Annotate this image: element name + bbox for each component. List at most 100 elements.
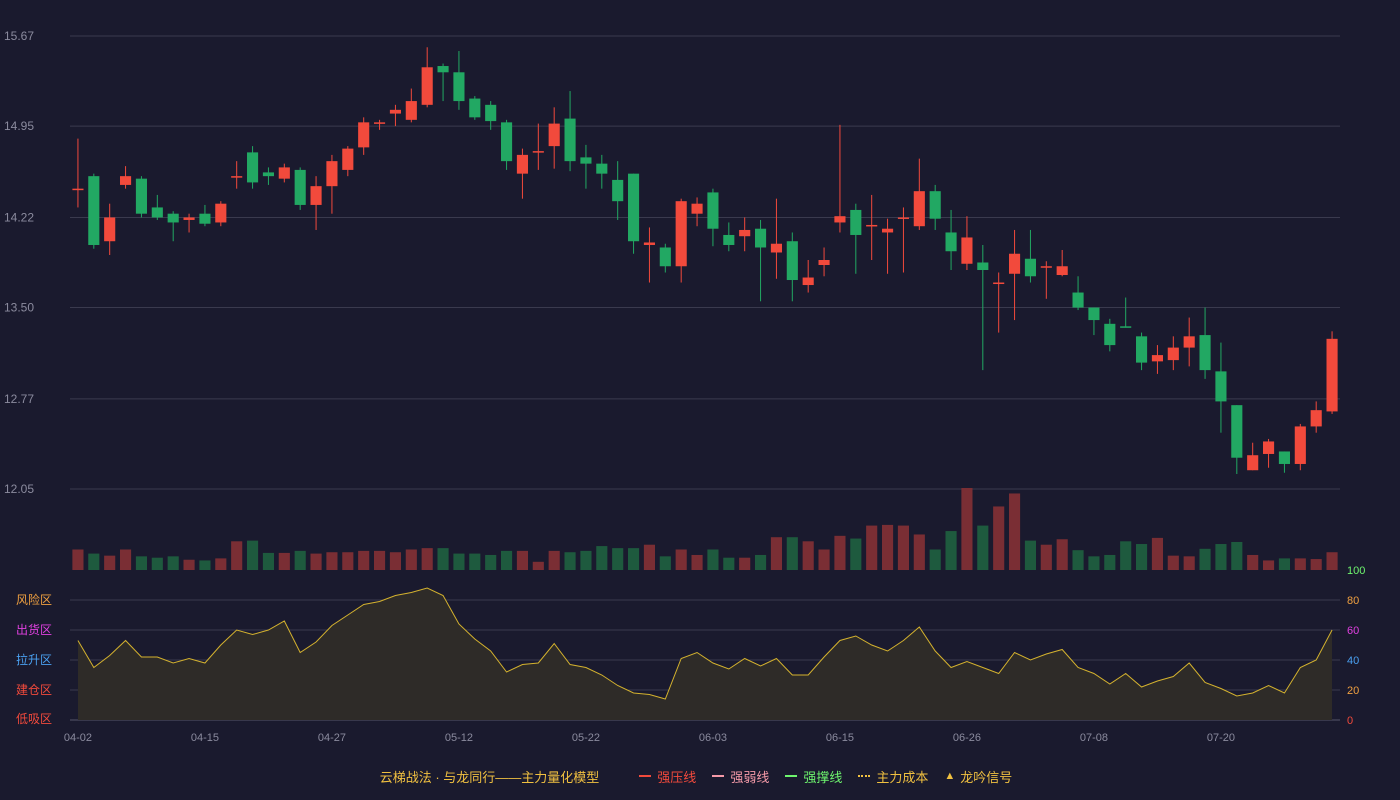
candle-body [516,154,528,174]
candle-body [389,109,401,114]
volume-bar [866,525,878,570]
legend-label: 强压线 [657,769,697,785]
volume-bar [532,561,544,570]
candle-body [993,282,1005,285]
zone-label: 低吸区 [16,712,52,726]
volume-bar [596,546,608,570]
candle-body [358,122,370,148]
candle-body [1183,336,1195,348]
volume-bar [151,557,163,570]
volume-bar [707,549,719,570]
candle-body [183,217,195,220]
volume-bar [929,549,941,570]
volume-bar [548,550,560,570]
volume-bar [358,550,370,570]
candle-body [421,67,433,105]
candle-body [739,229,751,237]
candle-body [72,188,84,191]
candle-body [707,192,719,229]
volume-bar [1231,541,1243,570]
volume-bar [421,548,433,570]
candle-body [1151,355,1163,362]
candle-body [135,178,147,214]
volume-bar [262,552,274,570]
volume-bar [1263,560,1275,570]
candle-body [374,122,386,124]
volume-bar [1326,552,1338,570]
candle-body [1024,258,1036,277]
volume-bar [802,541,814,570]
legend-item-strong-pressure[interactable]: 强压线 [639,767,696,786]
volume-bar [389,552,401,570]
candle-body [453,72,465,102]
legend-item-dragon-signal[interactable]: ▲ 龙吟信号 [944,767,1012,786]
candle-body [659,247,671,267]
legend: 云梯战法 · 与龙同行——主力量化模型 强压线 强弱线 强撑线 主力成本 ▲ 龙… [0,766,1400,786]
volume-bar [945,531,957,570]
candle-body [199,213,211,224]
legend-item-strength[interactable]: 强弱线 [712,767,769,786]
candle-body [1167,347,1179,361]
date-tick-label: 06-03 [699,732,727,744]
volume-bar [1056,539,1068,570]
candle-body [437,66,449,73]
price-tick-label: 12.05 [4,482,34,496]
candle-body [929,191,941,219]
volume-bar [167,556,179,570]
volume-bar [897,525,909,570]
candle-body [231,176,243,178]
candle-body [104,217,116,242]
candle-body [564,118,576,162]
candle-body [818,259,830,266]
candlestick-chart: 15.67 14.95 14.22 13.50 12.77 12.05 100 80 60 40 2… [4,29,1365,744]
legend-item-strong-support[interactable]: 强撑线 [785,767,842,786]
volume-bar [913,534,925,570]
candle-body [1263,441,1275,454]
volume-bar [469,553,481,570]
volume-bar [1040,544,1052,570]
volume-bar [1278,558,1290,570]
zone-label: 出货区 [16,622,52,637]
candle-body [310,186,322,205]
indicator-tick-label: 40 [1347,655,1359,667]
legend-label: 龙吟信号 [960,769,1013,785]
volume-bar [691,554,703,570]
volume-bar [485,554,497,570]
volume-bar [1167,555,1179,570]
volume-bar [993,506,1005,570]
candle-body [1040,266,1052,268]
candle-body [755,228,767,248]
legend-label: 强撑线 [803,769,843,785]
legend-label: 强弱线 [730,769,770,785]
candle-body [1215,371,1227,402]
legend-item-main-cost[interactable]: 主力成本 [858,767,928,786]
volume-bar [1215,544,1227,570]
volume-bar [977,525,989,570]
volume-bar [1247,554,1259,570]
solid-line-icon [785,775,798,777]
candle-body [913,191,925,227]
candle-body [675,201,687,267]
volume-bar [183,559,195,570]
volume-bar [612,548,624,570]
volume-bar [675,549,687,570]
date-tick-label: 06-26 [953,732,981,744]
legend-title: 云梯战法 · 与龙同行——主力量化模型 [379,769,600,785]
indicator-area [77,588,1333,720]
candle-body [120,176,132,185]
candle-body [1199,335,1211,371]
volume-bar [88,553,100,570]
volume-bar [374,550,386,570]
candle-body [691,203,703,214]
price-tick-label: 15.67 [4,29,34,43]
candle-body [850,209,862,235]
volume-bar [882,524,894,570]
candle-body [548,123,560,147]
zone-label: 拉升区 [16,652,52,667]
volume-bar [1024,540,1036,570]
candle-body [1294,426,1306,464]
volume-bar [437,548,449,570]
candle-body [628,173,640,242]
zone-label: 风险区 [16,592,52,607]
volume-bar [231,541,243,570]
